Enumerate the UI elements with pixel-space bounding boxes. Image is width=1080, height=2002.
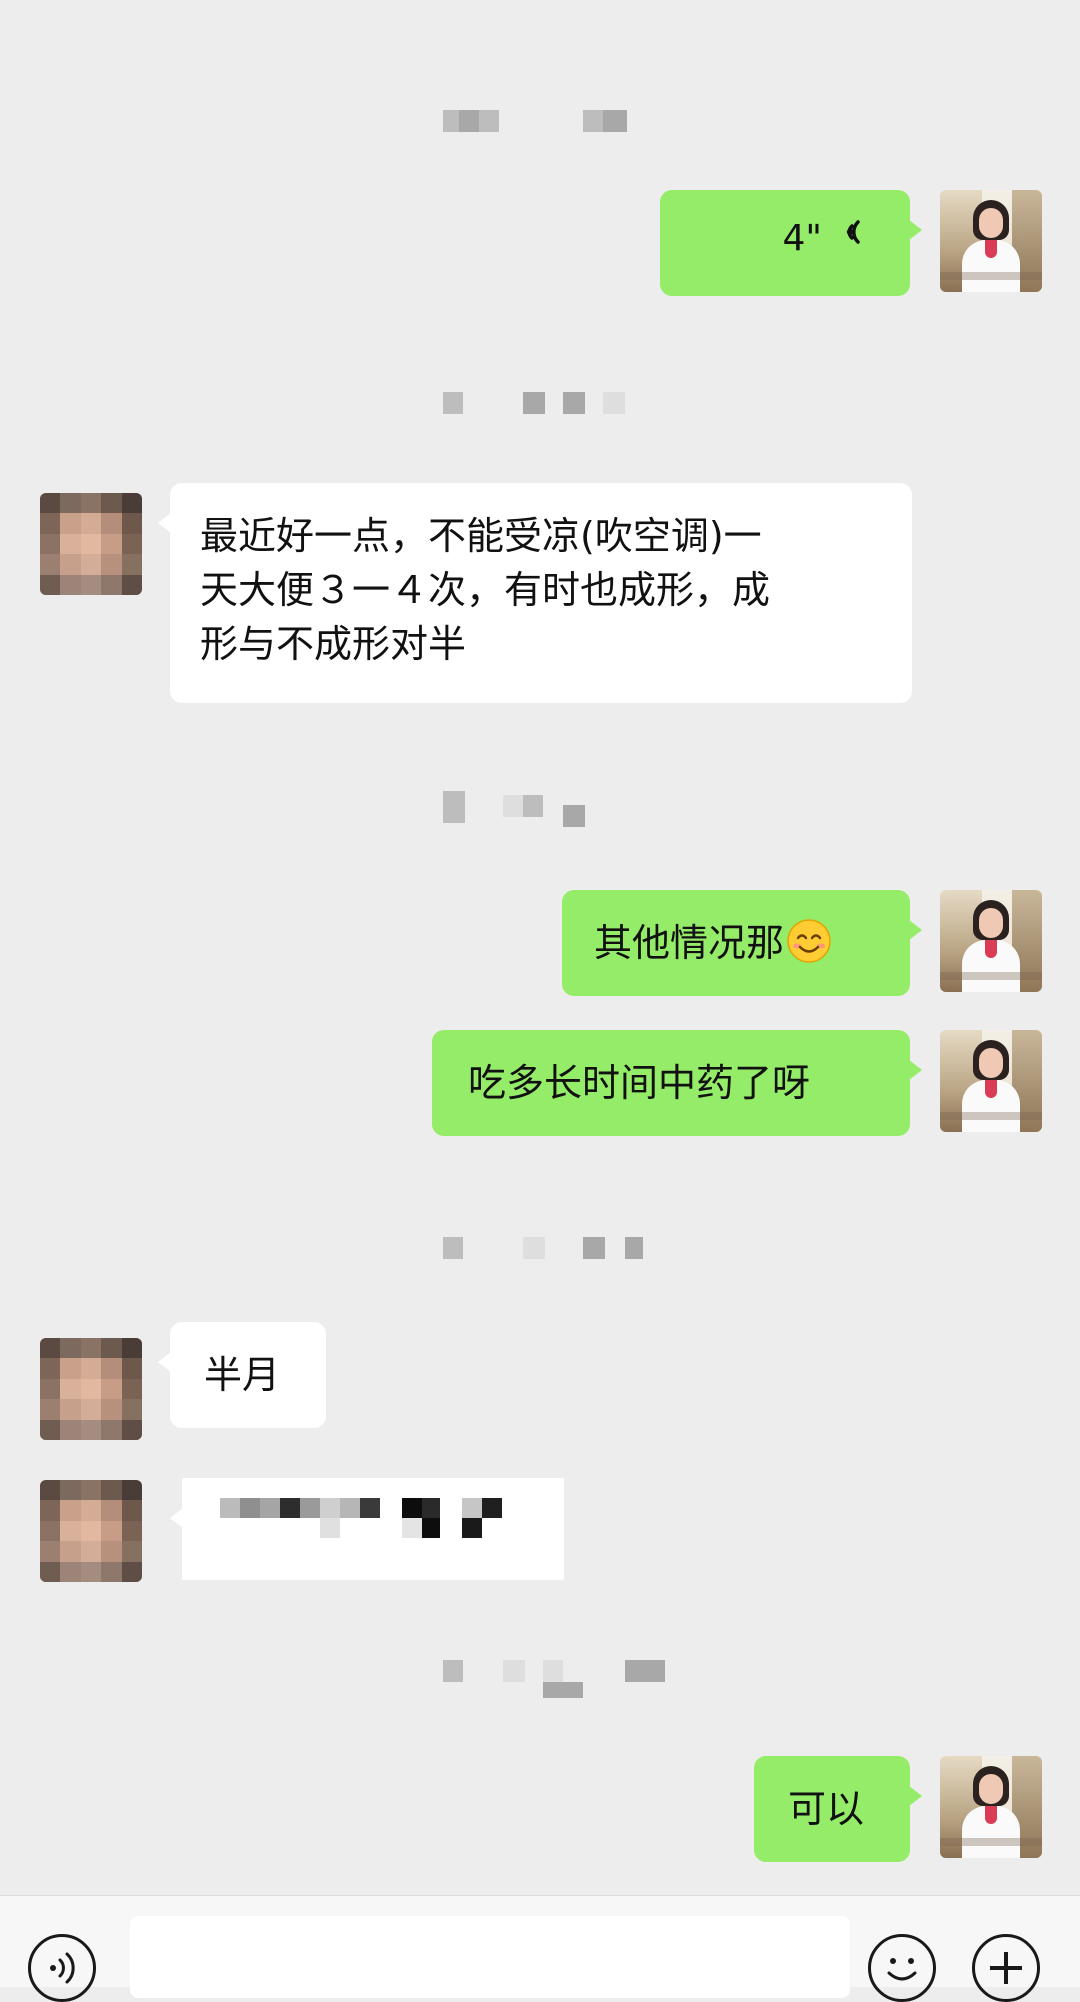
message-bubble-blurred[interactable] <box>170 1478 564 1580</box>
input-bar <box>0 1895 1080 2002</box>
doctor-avatar[interactable] <box>940 890 1042 992</box>
patient-avatar[interactable] <box>40 493 142 595</box>
message-text: 半月 <box>204 1353 281 1397</box>
voice-input-icon[interactable] <box>28 1934 96 2002</box>
message-text: 其他情况那 <box>594 921 785 965</box>
doctor-avatar[interactable] <box>940 190 1042 292</box>
timestamp-blurred <box>443 1237 643 1261</box>
message-bubble[interactable]: 最近好一点，不能受凉(吹空调)一 天大便３一４次，有时也成形，成 形与不成形对半 <box>158 483 912 703</box>
timestamp-blurred <box>443 1660 673 1698</box>
message-text: 最近好一点，不能受凉(吹空调)一 天大便３一４次，有时也成形，成 形与不成形对半 <box>200 514 771 666</box>
chat-area: 4" 最近好一点，不能受凉(吹空调)一 天大便３一４次，有时也成形，成 形与不成… <box>0 0 1080 1895</box>
patient-avatar[interactable] <box>40 1338 142 1440</box>
message-text: 吃多长时间中药了呀 <box>468 1061 811 1105</box>
timestamp-blurred <box>443 392 628 416</box>
timestamp-blurred <box>443 110 628 134</box>
message-text: 可以 <box>788 1787 865 1831</box>
plus-icon[interactable] <box>972 1934 1040 2002</box>
voice-message-bubble[interactable]: 4" <box>660 190 922 296</box>
emoji-icon[interactable] <box>868 1934 936 2002</box>
message-bubble[interactable]: 吃多长时间中药了呀 <box>432 1030 922 1136</box>
patient-avatar[interactable] <box>40 1480 142 1582</box>
message-bubble[interactable]: 半月 <box>158 1322 326 1428</box>
doctor-avatar[interactable] <box>940 1756 1042 1858</box>
smiling-face-emoji <box>787 919 831 963</box>
voice-duration: 4" <box>782 218 822 259</box>
message-bubble[interactable]: 可以 <box>754 1756 922 1862</box>
doctor-avatar[interactable] <box>940 1030 1042 1132</box>
voice-wave-icon <box>846 220 860 244</box>
blurred-text <box>220 1498 520 1542</box>
timestamp-blurred <box>443 791 628 827</box>
message-bubble[interactable]: 其他情况那 <box>562 890 922 996</box>
